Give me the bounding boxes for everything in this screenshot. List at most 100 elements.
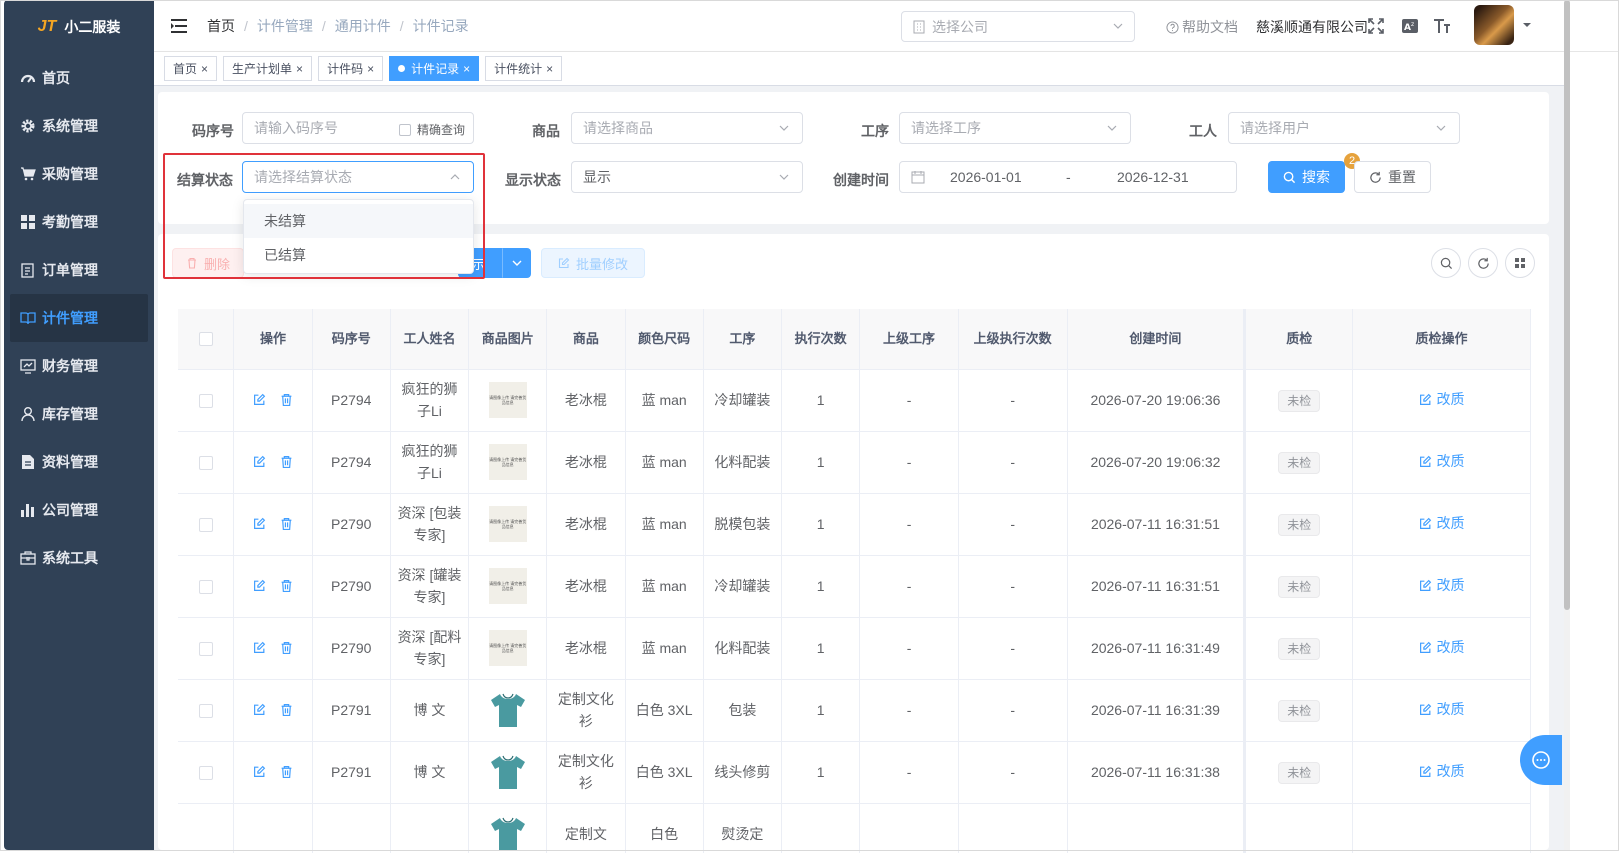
row-checkbox[interactable] xyxy=(198,456,213,471)
translate-icon[interactable]: Az xyxy=(1400,16,1420,36)
settle-option-settled[interactable]: 已结算 xyxy=(244,238,473,272)
process-select[interactable]: 请选择工序 xyxy=(899,112,1131,144)
row-checkbox[interactable] xyxy=(198,394,213,409)
change-quality-link[interactable]: 改质 xyxy=(1419,698,1465,720)
sidebar-item[interactable]: 订单管理 xyxy=(4,246,154,294)
sidebar-item[interactable]: 计件管理 xyxy=(10,294,148,342)
sidebar-item[interactable]: 系统工具 xyxy=(4,534,154,582)
app-logo[interactable]: JT 小二服装 xyxy=(4,0,154,54)
tab[interactable]: 首页 × xyxy=(164,56,218,81)
row-select-cell[interactable] xyxy=(178,555,235,618)
page-scrollbar-thumb[interactable] xyxy=(1564,0,1570,610)
product-select[interactable]: 请选择商品 xyxy=(571,112,803,144)
date-end[interactable]: 2026-12-31 xyxy=(1117,169,1189,185)
change-quality-link[interactable]: 改质 xyxy=(1419,388,1465,410)
delete-icon[interactable] xyxy=(280,390,293,412)
change-quality-link[interactable]: 改质 xyxy=(1419,512,1465,534)
row-select-cell[interactable] xyxy=(178,493,235,556)
row-checkbox[interactable] xyxy=(198,766,213,781)
close-icon[interactable]: × xyxy=(367,62,374,76)
refresh-button[interactable] xyxy=(1468,248,1498,278)
sidebar-item[interactable]: 采购管理 xyxy=(4,150,154,198)
columns-button[interactable] xyxy=(1505,248,1535,278)
placeholder-image[interactable]: 请图像上传 请完善货品信息 xyxy=(488,628,528,668)
date-range-picker[interactable]: 2026-01-01 - 2026-12-31 xyxy=(899,161,1237,193)
chat-button[interactable] xyxy=(1520,735,1562,785)
sidebar-item[interactable]: 财务管理 xyxy=(4,342,154,390)
settle-status-select[interactable]: 请选择结算状态 xyxy=(242,161,474,193)
tab[interactable]: 生产计划单 × xyxy=(223,56,313,81)
row-select-cell[interactable] xyxy=(178,369,235,432)
row-select-cell[interactable] xyxy=(178,617,235,680)
close-icon[interactable]: × xyxy=(201,62,208,76)
tshirt-image[interactable] xyxy=(488,690,528,730)
delete-icon[interactable] xyxy=(280,762,293,784)
change-quality-link[interactable]: 改质 xyxy=(1419,760,1465,782)
change-quality-link[interactable]: 改质 xyxy=(1419,574,1465,596)
delete-icon[interactable] xyxy=(280,514,293,536)
row-select-cell[interactable] xyxy=(178,679,235,742)
sidebar-item[interactable]: 库存管理 xyxy=(4,390,154,438)
close-icon[interactable]: × xyxy=(546,62,553,76)
row-checkbox[interactable] xyxy=(198,580,213,595)
close-icon[interactable]: × xyxy=(296,62,303,76)
row-select-cell[interactable] xyxy=(178,741,235,804)
toggle-search-button[interactable] xyxy=(1431,248,1461,278)
edit-icon[interactable] xyxy=(253,390,266,412)
close-icon[interactable]: × xyxy=(463,62,470,76)
search-button[interactable]: 搜索 xyxy=(1268,161,1345,193)
settle-option-unsettled[interactable]: 未结算 xyxy=(244,204,473,238)
user-avatar[interactable] xyxy=(1474,5,1514,45)
help-docs-link[interactable]: 帮助文档 xyxy=(1166,17,1238,37)
edit-icon[interactable] xyxy=(253,700,266,722)
sidebar-item[interactable]: 系统管理 xyxy=(4,102,154,150)
tab[interactable]: 计件码 × xyxy=(318,56,384,81)
company-select[interactable]: 选择公司 xyxy=(901,11,1135,42)
code-input[interactable]: 请输入码序号 精确查询 xyxy=(242,112,474,144)
fullscreen-icon[interactable] xyxy=(1366,16,1386,36)
font-size-icon[interactable] xyxy=(1432,16,1452,36)
row-select-cell[interactable] xyxy=(178,431,235,494)
tab[interactable]: 计件记录 × xyxy=(389,56,480,81)
edit-icon[interactable] xyxy=(253,576,266,598)
row-checkbox[interactable] xyxy=(198,642,213,657)
edit-icon[interactable] xyxy=(253,762,266,784)
row-select-cell[interactable] xyxy=(178,803,235,853)
select-all-cell[interactable] xyxy=(178,309,235,370)
delete-icon[interactable] xyxy=(280,576,293,598)
worker-select[interactable]: 请选择用户 xyxy=(1228,112,1460,144)
tshirt-image[interactable] xyxy=(488,814,528,853)
row-checkbox[interactable] xyxy=(198,704,213,719)
sidebar-item[interactable]: 考勤管理 xyxy=(4,198,154,246)
tab[interactable]: 计件统计 × xyxy=(485,56,563,81)
reset-button[interactable]: 重置 xyxy=(1354,161,1431,193)
breadcrumb-item[interactable]: 首页 xyxy=(207,16,235,36)
exact-query-box[interactable] xyxy=(399,123,411,136)
placeholder-image[interactable]: 请图像上传 请完善货品信息 xyxy=(488,566,528,606)
tshirt-image[interactable] xyxy=(488,752,528,792)
placeholder-image[interactable]: 请图像上传 请完善货品信息 xyxy=(488,442,528,482)
hamburger-icon[interactable] xyxy=(159,0,199,52)
delete-button[interactable]: 删除 xyxy=(172,248,244,278)
sidebar-item[interactable]: 公司管理 xyxy=(4,486,154,534)
edit-icon[interactable] xyxy=(253,638,266,660)
sidebar-item[interactable]: 首页 xyxy=(4,54,154,102)
delete-icon[interactable] xyxy=(280,638,293,660)
row-checkbox[interactable] xyxy=(198,518,213,533)
show-dropdown-button[interactable] xyxy=(502,248,531,278)
batch-edit-button[interactable]: 批量修改 xyxy=(541,248,645,278)
edit-icon[interactable] xyxy=(253,452,266,474)
caret-down-icon[interactable] xyxy=(1522,21,1532,29)
select-all-checkbox[interactable] xyxy=(198,332,213,347)
change-quality-link[interactable]: 改质 xyxy=(1419,450,1465,472)
display-status-select[interactable]: 显示 xyxy=(571,161,803,193)
edit-icon[interactable] xyxy=(253,514,266,536)
exact-query-checkbox[interactable]: 精确查询 xyxy=(399,121,465,138)
placeholder-image[interactable]: 请图像上传 请完善货品信息 xyxy=(488,380,528,420)
delete-icon[interactable] xyxy=(280,700,293,722)
change-quality-link[interactable]: 改质 xyxy=(1419,636,1465,658)
sidebar-item[interactable]: 资料管理 xyxy=(4,438,154,486)
placeholder-image[interactable]: 请图像上传 请完善货品信息 xyxy=(488,504,528,544)
delete-icon[interactable] xyxy=(280,452,293,474)
date-start[interactable]: 2026-01-01 xyxy=(950,169,1022,185)
